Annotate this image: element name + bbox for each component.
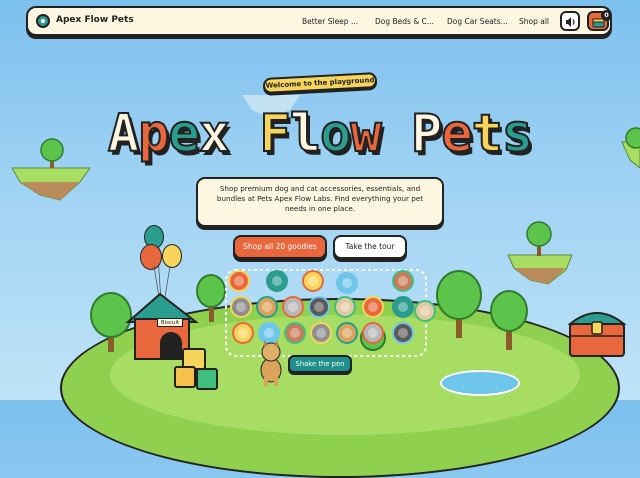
product-bubble[interactable] — [266, 270, 288, 292]
title-letter: s — [501, 103, 534, 165]
balloon-yellow — [162, 244, 182, 268]
product-bubble[interactable] — [310, 322, 332, 344]
title-letter: t — [471, 103, 504, 165]
product-bubble[interactable] — [392, 322, 414, 344]
title-letter: l — [289, 103, 322, 165]
product-bubble[interactable] — [228, 270, 250, 292]
product-bubble[interactable] — [308, 296, 330, 318]
toy-block-yellow — [174, 366, 196, 388]
title-letter: A — [107, 103, 140, 165]
pond — [440, 370, 520, 396]
title-letter: F — [258, 103, 291, 165]
product-bubble[interactable] — [284, 322, 306, 344]
hero-description: Shop premium dog and cat accessories, es… — [196, 177, 444, 227]
product-bubble[interactable] — [230, 296, 252, 318]
title-letter — [229, 104, 259, 164]
floating-island-right — [507, 221, 573, 285]
product-bubble[interactable] — [232, 322, 254, 344]
product-bubble[interactable] — [282, 296, 304, 318]
product-bubble[interactable] — [362, 322, 384, 344]
title-letter: P — [410, 103, 443, 165]
title-letter — [381, 104, 411, 164]
product-bubble[interactable] — [256, 296, 278, 318]
product-bubble[interactable] — [362, 296, 384, 318]
shake-pen-button[interactable]: Shake the pen — [288, 355, 352, 373]
product-bubble[interactable] — [392, 270, 414, 292]
dog-figure — [260, 340, 282, 386]
toy-block-green — [196, 368, 218, 390]
take-tour-button[interactable]: Take the tour — [333, 235, 407, 259]
title-letter: o — [319, 103, 352, 165]
title-letter: x — [198, 103, 231, 165]
product-bubble[interactable] — [414, 300, 436, 322]
treasure-chest-icon[interactable] — [568, 306, 626, 358]
title-letter: e — [167, 103, 200, 165]
title-letter: p — [137, 103, 170, 165]
title-letter: e — [440, 103, 473, 165]
doghouse-door — [160, 332, 182, 360]
product-bubble[interactable] — [336, 272, 358, 294]
doghouse-sign: Biscuit — [157, 318, 183, 327]
title-letter: w — [349, 103, 382, 165]
product-bubble[interactable] — [392, 296, 414, 318]
product-bubble[interactable] — [302, 270, 324, 292]
product-bubble[interactable] — [334, 296, 356, 318]
shop-all-button[interactable]: Shop all 20 goodies — [233, 235, 327, 259]
hero-title: Apex Flow Pets — [0, 103, 640, 165]
product-bubble[interactable] — [336, 322, 358, 344]
